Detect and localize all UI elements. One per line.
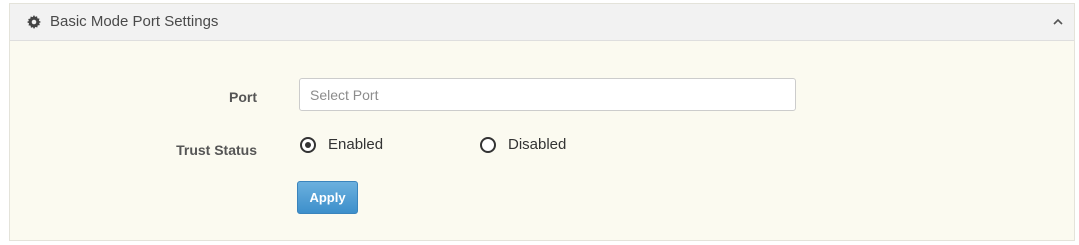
trust-disabled-radio[interactable]: Disabled (480, 134, 566, 156)
gear-icon (27, 15, 41, 29)
port-label: Port (229, 89, 257, 105)
port-select-input[interactable] (299, 78, 796, 111)
trust-enabled-radio[interactable]: Enabled (300, 134, 383, 156)
trust-disabled-label: Disabled (508, 136, 567, 153)
radio-unchecked-icon[interactable] (480, 137, 496, 153)
chevron-up-icon[interactable] (1050, 14, 1066, 30)
panel-title: Basic Mode Port Settings (50, 13, 219, 30)
radio-checked-icon[interactable] (300, 137, 316, 153)
panel-header[interactable]: Basic Mode Port Settings (10, 4, 1074, 41)
apply-button[interactable]: Apply (297, 181, 358, 214)
trust-status-label: Trust Status (176, 142, 257, 158)
port-settings-panel: Basic Mode Port Settings Port Trust Stat… (9, 3, 1075, 241)
trust-enabled-label: Enabled (328, 136, 384, 153)
